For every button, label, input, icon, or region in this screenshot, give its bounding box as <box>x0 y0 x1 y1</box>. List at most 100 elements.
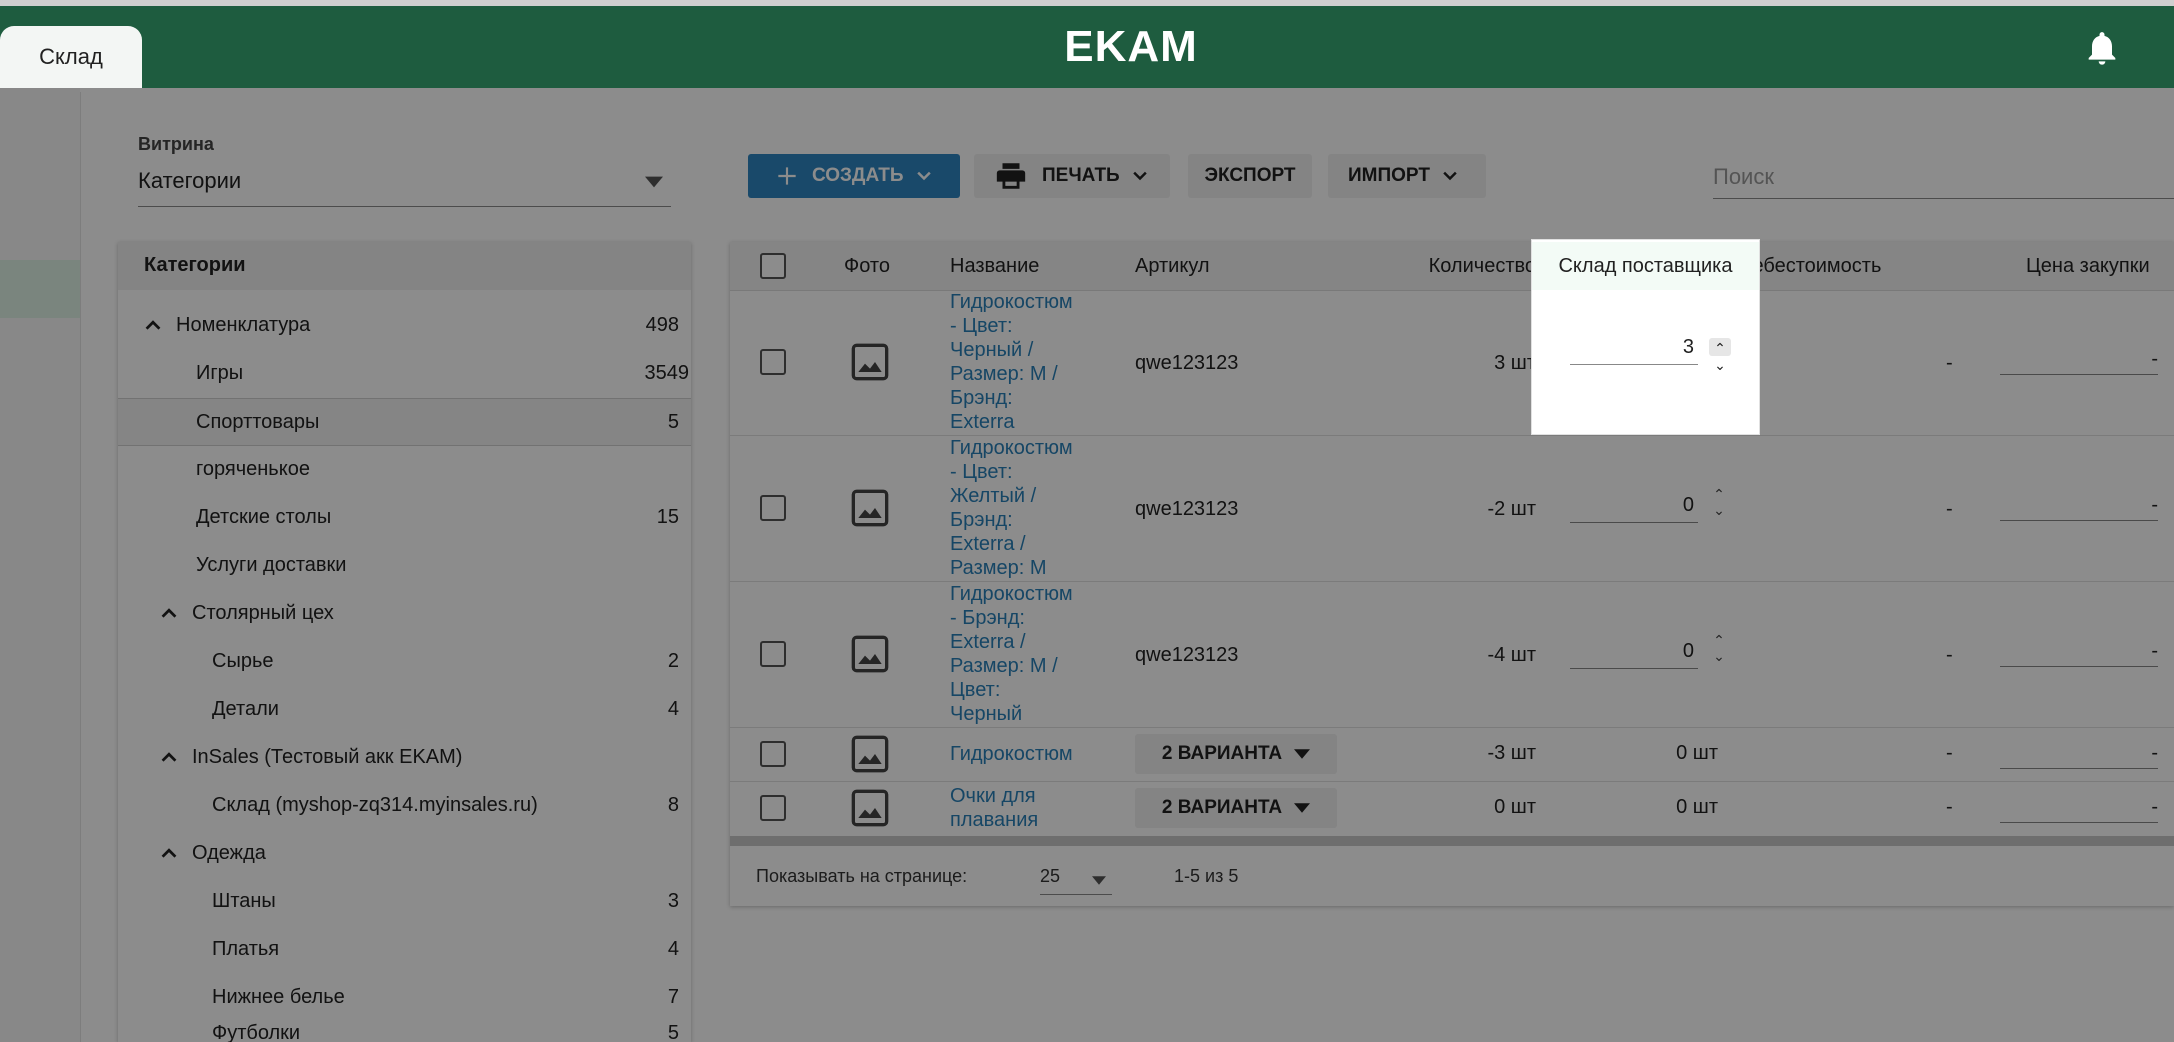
select-all-checkbox[interactable] <box>760 253 786 279</box>
image-placeholder-icon <box>851 789 889 827</box>
app-logo: EKAM <box>1064 22 1198 71</box>
export-button[interactable]: ЭКСПОРТ <box>1188 154 1312 198</box>
print-button[interactable]: ПЕЧАТЬ <box>974 154 1170 198</box>
category-item-delivery[interactable]: Услуги доставки <box>118 542 691 588</box>
category-item-underwear[interactable]: Нижнее белье 7 <box>118 974 691 1020</box>
bell-icon[interactable] <box>2082 26 2122 70</box>
chevron-up-icon[interactable] <box>158 746 180 768</box>
category-item-details[interactable]: Детали 4 <box>118 686 691 732</box>
product-name-link[interactable]: Гидрокостюм - Брэнд: Exterra / Размер: M / Ц… <box>950 582 1073 726</box>
per-page-label: Показывать на странице: <box>756 866 968 886</box>
quantity-value: -2 шт <box>1487 498 1536 520</box>
row-checkbox[interactable] <box>760 495 786 521</box>
import-button-label: ИМПОРТ <box>1348 165 1430 186</box>
vitrina-select[interactable]: Категории <box>138 160 671 207</box>
row-checkbox[interactable] <box>760 795 786 821</box>
category-count: 4 <box>667 937 679 960</box>
purchase-price-input[interactable]: - <box>2000 788 2158 823</box>
column-purchase-price[interactable]: Цена закупки <box>2026 242 2150 290</box>
tab-sklad[interactable]: Склад <box>0 26 142 88</box>
category-count: 3549 <box>644 361 690 384</box>
category-item-sport-selected[interactable]: Спорттовары 5 <box>118 398 691 446</box>
category-count: 15 <box>656 505 679 528</box>
column-cost[interactable]: Себестоимость <box>1738 242 1881 290</box>
stepper-up-icon[interactable]: ⌃ <box>1709 338 1731 356</box>
category-label: Платья <box>212 937 280 960</box>
quantity-value: 3 шт <box>1494 352 1536 374</box>
chevron-up-icon[interactable] <box>158 842 180 864</box>
table-row[interactable]: Очки для плавания 2 ВАРИАНТА 0 шт 0 шт - … <box>730 782 2174 836</box>
supplier-stock-value: 0 шт <box>1676 796 1718 818</box>
table-row[interactable]: Гидрокостюм 2 ВАРИАНТА -3 шт 0 шт - - <box>730 728 2174 782</box>
category-item-clothes[interactable]: Одежда <box>118 830 691 876</box>
category-label: Штаны <box>212 889 276 912</box>
cost-value: - <box>1946 352 1953 374</box>
table-header: Фото Название Артикул Количество Себесто… <box>730 242 2174 291</box>
table-row[interactable]: Гидрокостюм - Брэнд: Exterra / Размер: M / Ц… <box>730 582 2174 728</box>
variants-dropdown-button[interactable]: 2 ВАРИАНТА <box>1135 734 1337 774</box>
import-button[interactable]: ИМПОРТ <box>1328 154 1486 198</box>
category-label: Столярный цех <box>192 601 334 624</box>
stepper-down-icon[interactable]: ⌄ <box>1709 358 1731 376</box>
horizontal-scrollbar[interactable] <box>730 836 2174 846</box>
category-count: 2 <box>667 649 679 672</box>
supplier-stock-input[interactable]: 0 <box>1570 486 1698 523</box>
quantity-value: -3 шт <box>1487 742 1536 764</box>
column-photo[interactable]: Фото <box>844 242 890 290</box>
category-label: Склад (myshop-zq314.myinsales.ru) <box>212 793 538 816</box>
supplier-stock-input-active[interactable]: 3 <box>1570 328 1698 365</box>
per-page-select[interactable]: 25 <box>1040 858 1112 895</box>
column-quantity[interactable]: Количество <box>1390 242 1536 290</box>
image-placeholder-icon <box>851 735 889 773</box>
category-item-tshirts[interactable]: Футболки 5 <box>118 1022 691 1042</box>
category-item-dresses[interactable]: Платья 4 <box>118 926 691 972</box>
supplier-stock-input[interactable]: 0 <box>1570 632 1698 669</box>
chevron-up-icon[interactable] <box>142 314 164 336</box>
category-panel: Категории Номенклатура 498 Игры 3549 Спо… <box>118 242 691 1042</box>
category-item-insales[interactable]: InSales (Тестовый акк EKAM) <box>118 734 691 780</box>
category-count: 8 <box>667 793 679 816</box>
purchase-price-input[interactable]: - <box>2000 632 2158 667</box>
stepper-arrows-icon[interactable]: ⌃ ⌄ <box>1710 486 1728 520</box>
column-name[interactable]: Название <box>950 242 1039 290</box>
row-checkbox[interactable] <box>760 641 786 667</box>
printer-icon <box>996 163 1026 189</box>
dropdown-arrow-icon <box>1294 803 1311 813</box>
category-label: InSales (Тестовый акк EKAM) <box>192 745 463 768</box>
category-item-kids-tables[interactable]: Детские столы 15 <box>118 494 691 540</box>
category-label: Футболки <box>212 1022 301 1042</box>
products-table: Фото Название Артикул Количество Себесто… <box>730 242 2174 906</box>
row-checkbox[interactable] <box>760 349 786 375</box>
search-input[interactable]: Поиск <box>1713 158 2174 199</box>
chevron-down-icon <box>1443 171 1457 181</box>
category-item-myshop[interactable]: Склад (myshop-zq314.myinsales.ru) 8 <box>118 782 691 828</box>
chevron-up-icon[interactable] <box>158 602 180 624</box>
category-item-carpentry[interactable]: Столярный цех <box>118 590 691 636</box>
row-checkbox[interactable] <box>760 741 786 767</box>
column-article[interactable]: Артикул <box>1135 242 1210 290</box>
category-item-pants[interactable]: Штаны 3 <box>118 878 691 924</box>
category-item-nomenclature[interactable]: Номенклатура 498 <box>118 302 691 348</box>
product-name-link[interactable]: Гидрокостюм <box>950 742 1073 766</box>
product-name-link[interactable]: Гидрокостюм - Цвет: Черный / Размер: M / Брэ… <box>950 290 1073 434</box>
cost-value: - <box>1946 796 1953 818</box>
table-row[interactable]: Гидрокостюм - Цвет: Черный / Размер: M / Брэ… <box>730 290 2174 436</box>
category-count: 4 <box>667 697 679 720</box>
stepper-arrows-icon[interactable]: ⌃ ⌄ <box>1710 632 1728 666</box>
purchase-price-input[interactable]: - <box>2000 340 2158 375</box>
category-item-games[interactable]: Игры 3549 <box>118 350 691 396</box>
column-supplier-stock[interactable]: Склад поставщика <box>1532 242 1759 290</box>
purchase-price-input[interactable]: - <box>2000 486 2158 521</box>
article-value: qwe123123 <box>1135 352 1239 374</box>
create-button[interactable]: СОЗДАТЬ <box>748 154 960 198</box>
variants-dropdown-button[interactable]: 2 ВАРИАНТА <box>1135 788 1337 828</box>
category-label: Услуги доставки <box>196 553 347 576</box>
product-name-link[interactable]: Очки для плавания <box>950 784 1038 832</box>
article-value: qwe123123 <box>1135 498 1239 520</box>
side-nav-active-item[interactable] <box>0 260 80 318</box>
table-row[interactable]: Гидрокостюм - Цвет: Желтый / Брэнд: Exterra … <box>730 436 2174 582</box>
product-name-link[interactable]: Гидрокостюм - Цвет: Желтый / Брэнд: Exterra … <box>950 436 1073 580</box>
category-item-hot[interactable]: горяченькое <box>118 446 691 492</box>
purchase-price-input[interactable]: - <box>2000 734 2158 769</box>
category-item-raw[interactable]: Сырье 2 <box>118 638 691 684</box>
